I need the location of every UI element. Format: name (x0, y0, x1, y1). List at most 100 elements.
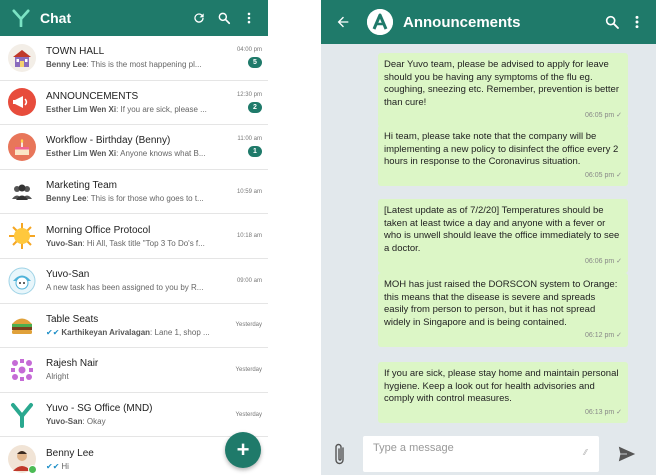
chat-meta: Yesterday (226, 322, 262, 328)
chat-name: Workflow - Birthday (Benny) (46, 135, 171, 147)
search-icon[interactable] (213, 7, 235, 29)
message-input-placeholder: Type a message (373, 442, 454, 454)
chat-preview: ✔✔ Karthikeyan Arivalagan: Lane 1, shop .… (46, 327, 210, 337)
chat-meta: 09:00 am (226, 278, 262, 284)
chat-item-workflow-birthday[interactable]: Workflow - Birthday (Benny) Esther Lim W… (0, 125, 268, 170)
burger-avatar (8, 311, 36, 339)
chat-preview: Alright (46, 372, 222, 381)
message-time: 06:06 pm (584, 258, 615, 265)
chat-name: TOWN HALL (46, 46, 105, 58)
chat-name: Benny Lee (46, 447, 94, 459)
chat-meta: Yesterday (226, 412, 262, 418)
chat-time: 12:30 pm (236, 91, 262, 98)
chat-item-body: TOWN HALL Benny Lee: This is the most ha… (46, 46, 222, 69)
chat-item-body: Yuvo - SG Office (MND) Yuvo-San: Okay (46, 403, 222, 426)
chat-item-body: Workflow - Birthday (Benny) Esther Lim W… (46, 135, 222, 158)
unread-badge: 2 (248, 101, 262, 113)
attach-icon[interactable] (329, 441, 351, 467)
conversation-header: Announcements (321, 0, 656, 44)
chat-preview: A new task has been assigned to you by R… (46, 283, 222, 292)
message-time: 06:05 pm (584, 171, 615, 179)
new-chat-button[interactable]: + (225, 432, 261, 468)
chat-time: Yesterday (235, 411, 262, 418)
chat-sender: Yuvo-San (46, 417, 83, 427)
chat-item-body: Table Seats ✔✔ Karthikeyan Arivalagan: La… (46, 314, 222, 337)
chat-time: 10:59 am (236, 188, 262, 195)
chat-item-morning-office-protocol[interactable]: Morning Office Protocol Yuvo-San: Hi All… (0, 214, 268, 259)
sent-tick-icon: ✓ (616, 171, 622, 179)
send-icon[interactable] (615, 442, 639, 466)
chat-time: 09:00 am (236, 277, 262, 284)
town-hall-avatar (8, 43, 36, 72)
chat-message: If you are sick, please ... (120, 104, 207, 114)
chat-meta: 04:00 pm 5 (226, 47, 262, 69)
chat-message: A new task has been assigned to you by R… (46, 283, 204, 293)
chat-item-marketing-team[interactable]: Marketing Team Benny Lee: This is for th… (0, 170, 268, 215)
chat-time: 10:18 am (236, 233, 262, 240)
message-bubble[interactable]: Dear Yuvo team, please be advised to app… (378, 53, 628, 127)
more-vert-icon[interactable] (626, 11, 648, 33)
message-text: Dear Yuvo team, please be advised to app… (384, 59, 619, 108)
sent-tick-icon: ✓ (616, 258, 622, 265)
message-time: 06:13 pm (584, 408, 615, 416)
yuvo-logo-avatar (8, 401, 36, 429)
read-tick-icon: ✔✔ (46, 327, 60, 337)
chat-preview: Esther Lim Wen Xi: If you are sick, plea… (46, 104, 207, 114)
chat-item-rajesh-nair[interactable]: Rajesh Nair Alright Yesterday (0, 348, 268, 393)
chat-meta: 10:18 am (226, 233, 262, 239)
message-bubble[interactable]: If you are sick, please stay home and ma… (378, 362, 628, 423)
chat-sender: Yuvo-San (46, 238, 83, 248)
robot-avatar (8, 267, 36, 295)
refresh-icon[interactable] (188, 7, 210, 29)
chat-item-body: Rajesh Nair Alright (46, 358, 222, 381)
megaphone-avatar (8, 88, 36, 117)
message-bubble[interactable]: [Latest update as of 7/2/20] Temperature… (378, 199, 628, 273)
message-input[interactable]: Type a message ⁄⁄ (363, 436, 599, 472)
message-text: [Latest update as of 7/2/20] Temperature… (384, 205, 620, 254)
message-text: MOH has just raised the DORSCON system t… (384, 279, 618, 328)
chat-item-table-seats[interactable]: Table Seats ✔✔ Karthikeyan Arivalagan: La… (0, 304, 268, 349)
message-bubble[interactable]: MOH has just raised the DORSCON system t… (378, 273, 628, 347)
chat-preview: ✔✔ Hi (46, 462, 222, 471)
person-avatar (8, 445, 37, 475)
chat-item-body: Morning Office Protocol Yuvo-San: Hi All… (46, 225, 222, 248)
chat-name: Yuvo - SG Office (MND) (46, 403, 153, 415)
yuvo-logo-icon (12, 9, 30, 27)
group-avatar (8, 178, 36, 206)
chat-name: Rajesh Nair (46, 358, 99, 370)
chat-item-yuvo-sg-office[interactable]: Yuvo - SG Office (MND) Yuvo-San: Okay Ye… (0, 393, 268, 438)
chat-item-yuvo-san[interactable]: Yuvo-San A new task has been assigned to… (0, 259, 268, 304)
sun-avatar (8, 222, 36, 250)
chat-message: Hi (61, 461, 69, 471)
chat-message: This is the most happening pl... (90, 60, 202, 70)
chat-item-announcements[interactable]: ANNOUNCEMENTS Esther Lim Wen Xi: If you … (0, 81, 268, 126)
chat-preview: Benny Lee: This is the most happening pl… (46, 60, 202, 70)
chat-meta: 12:30 pm 2 (226, 92, 262, 113)
chat-message: Anyone knows what B... (120, 149, 206, 159)
chat-preview: Benny Lee: This is for those who goes to… (46, 194, 204, 204)
search-icon[interactable] (601, 11, 623, 33)
chat-sender: Esther Lim Wen Xi (46, 149, 117, 159)
message-list: Dear Yuvo team, please be advised to app… (321, 44, 656, 433)
chat-name: Marketing Team (46, 180, 117, 192)
chat-message: Hi All, Task title "Top 3 To Do's f... (86, 238, 205, 248)
announcements-avatar (367, 9, 393, 35)
chat-list-panel: Chat TOWN HALL Benny Lee: This is the mo… (0, 0, 268, 475)
chat-name: ANNOUNCEMENTS (46, 90, 139, 102)
message-bubble[interactable]: Hi team, please take note that the compa… (378, 125, 628, 186)
chat-name: Table Seats (46, 313, 99, 325)
conversation-title: Announcements (403, 13, 521, 31)
back-arrow-icon[interactable] (335, 12, 355, 32)
chat-item-town-hall[interactable]: TOWN HALL Benny Lee: This is the most ha… (0, 36, 268, 81)
chat-list-header: Chat (0, 0, 268, 36)
chat-time: Yesterday (235, 366, 262, 373)
chat-message: Alright (46, 372, 69, 382)
chat-name: Yuvo-San (46, 269, 90, 281)
birthday-cake-avatar (8, 132, 36, 161)
message-time: 06:12 pm (584, 332, 615, 339)
chat-item-body: Marketing Team Benny Lee: This is for th… (46, 180, 222, 203)
chat-sender: Esther Lim Wen Xi (46, 104, 117, 114)
chat-list: TOWN HALL Benny Lee: This is the most ha… (0, 36, 268, 475)
chat-item-body: Benny Lee ✔✔ Hi (46, 448, 222, 471)
more-vert-icon[interactable] (238, 7, 260, 29)
